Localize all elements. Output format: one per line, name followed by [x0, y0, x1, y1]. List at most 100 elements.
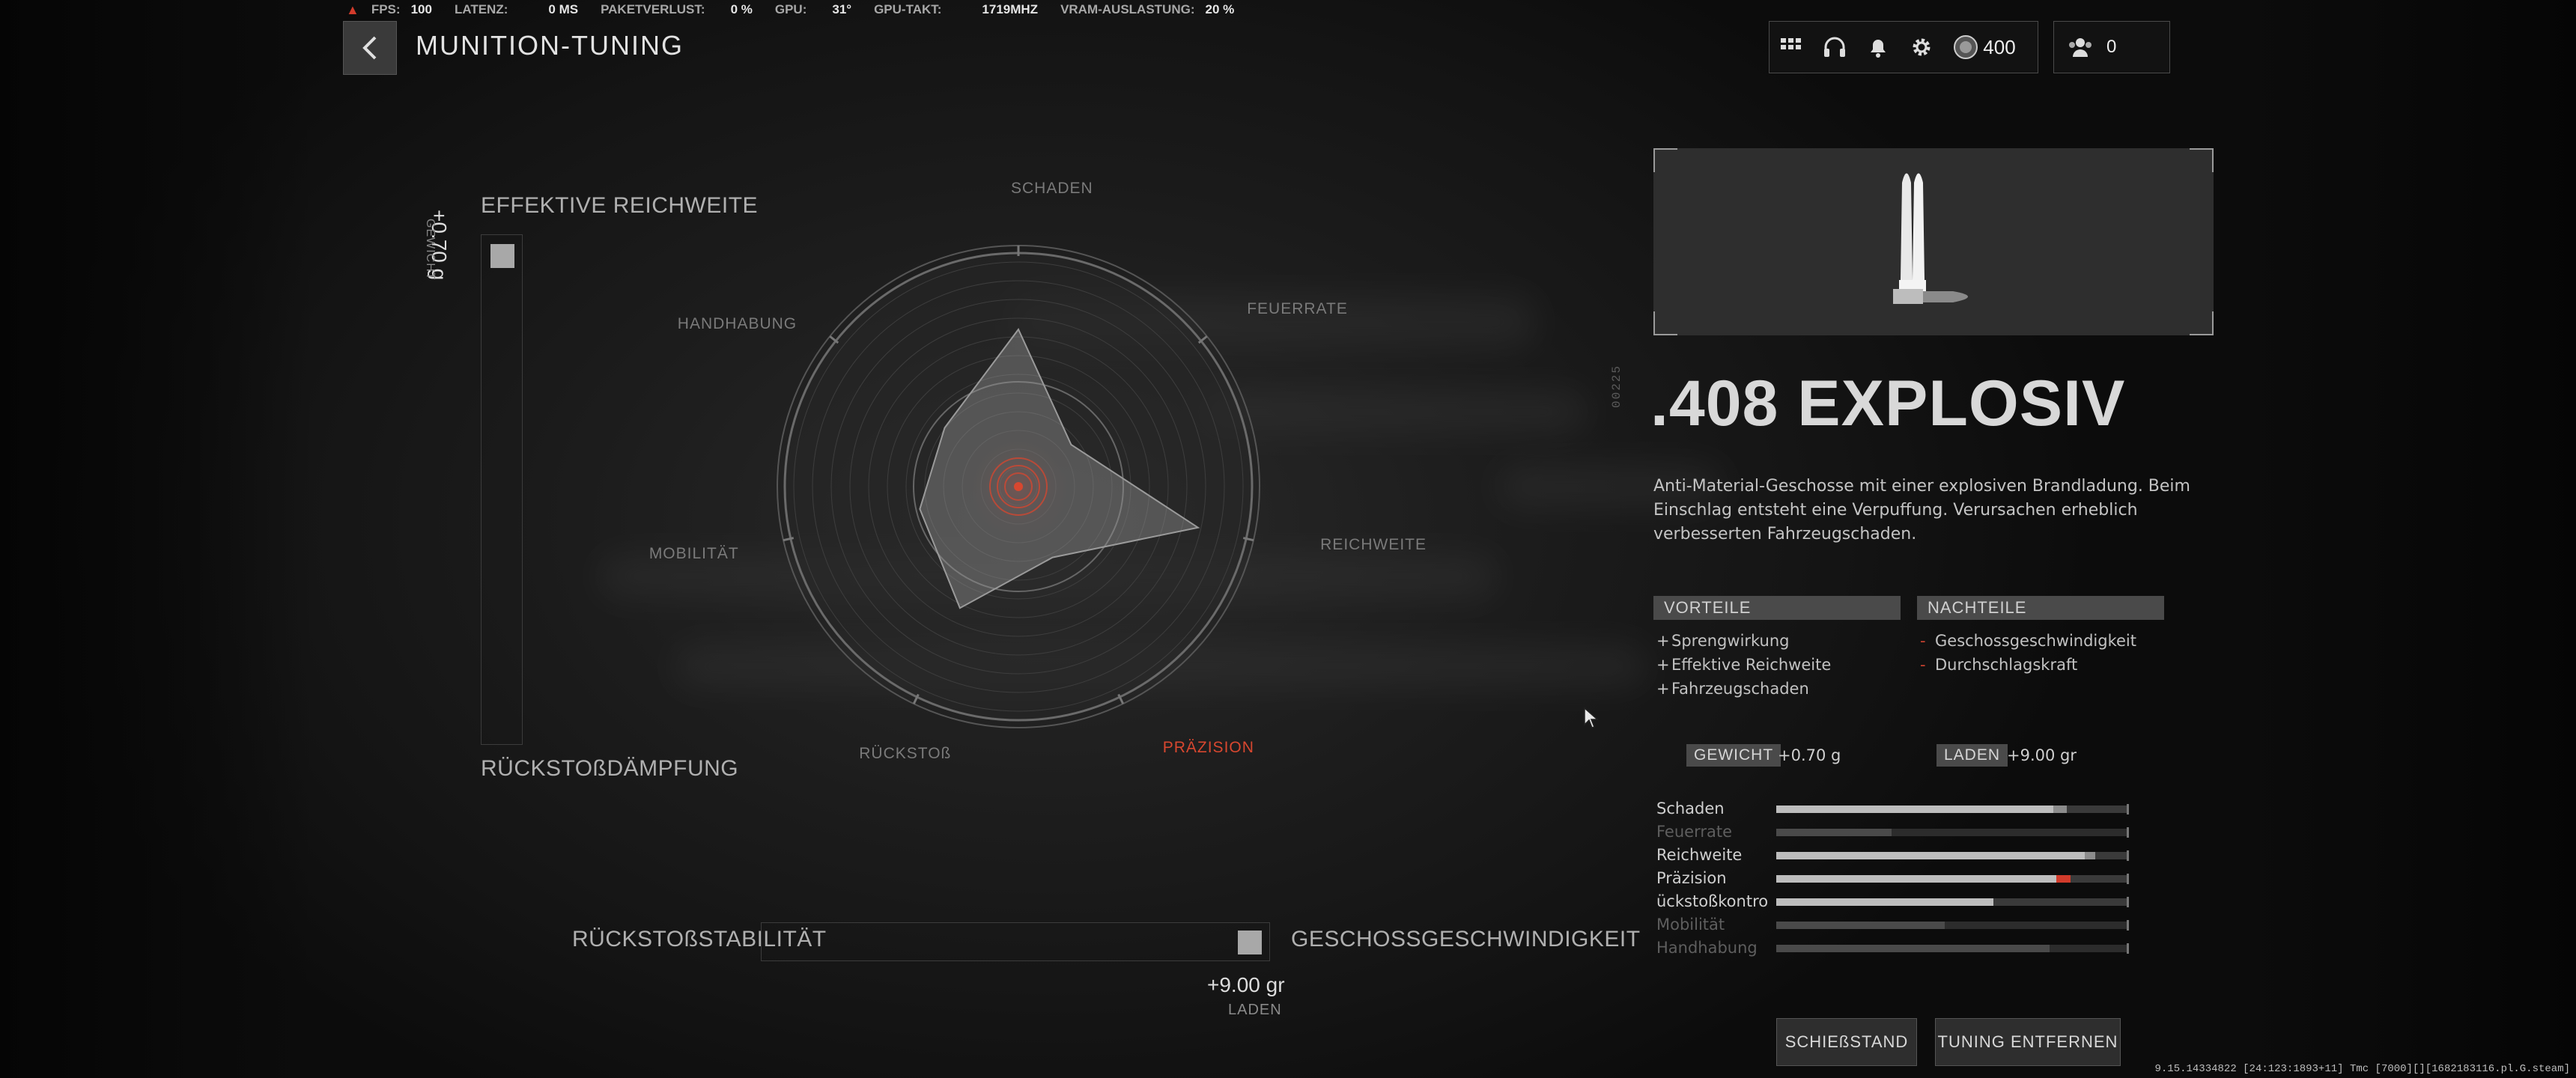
radar-axis-label: REICHWEITE	[1320, 536, 1427, 554]
stat-row: Reichweite	[1656, 844, 2136, 866]
stat-name: Reichweite	[1656, 846, 1743, 864]
stat-bar-modifier	[2084, 852, 2095, 859]
stat-radar-chart	[777, 245, 1260, 728]
top-icon-bar: 400	[1769, 21, 2038, 73]
vertical-slider-handle[interactable]	[490, 244, 514, 268]
packetloss-label: PAKETVERLUST:	[601, 2, 705, 16]
ammo-preview	[1653, 148, 2214, 335]
horizontal-tuning-slider[interactable]	[761, 922, 1270, 961]
stat-bar-fill	[1776, 945, 2050, 952]
stat-name: ückstoßkontrol	[1656, 892, 1769, 910]
bullet-icon	[1893, 173, 1968, 304]
pro-text: Effektive Reichweite	[1671, 656, 1832, 674]
radar-center-dot	[1014, 482, 1023, 491]
pro-item: + Fahrzeugschaden	[1656, 677, 1831, 701]
stat-bar-fill	[1776, 806, 2053, 813]
radar-axis-label: MOBILITÄT	[648, 545, 739, 563]
stat-row: Handhabung	[1656, 937, 2136, 959]
stat-bar-end	[2127, 804, 2129, 814]
stat-bar-end	[2127, 874, 2129, 884]
horizontal-right-label: GESCHOSSGESCHWINDIGKEIT	[1291, 927, 1641, 951]
stat-row: Präzision	[1656, 867, 2136, 889]
radar-axis-label: PRÄZISION	[1162, 739, 1254, 757]
horizontal-tuning-value: +9.00 gr	[1207, 973, 1285, 996]
cons-header: NACHTEILE	[1917, 596, 2164, 620]
latency-label: LATENZ:	[454, 2, 508, 16]
stat-name: Schaden	[1656, 800, 1725, 817]
weight-value: +0.70 g	[1778, 746, 1841, 764]
cod-points-display[interactable]: 400	[1943, 21, 2026, 73]
party-box[interactable]: 0	[2053, 21, 2170, 73]
back-button[interactable]	[343, 21, 397, 75]
stat-bar-end	[2127, 850, 2129, 861]
stat-bar	[1776, 829, 2127, 836]
radar-axis-label: FEUERRATE	[1247, 299, 1348, 317]
vram-label: VRAM-AUSLASTUNG:	[1060, 2, 1195, 16]
fps-label: FPS:	[371, 2, 401, 16]
build-version: 9.15.14334822 [24:123:1893+11] Tmc [7000…	[2154, 1063, 2571, 1075]
stat-bar-end	[2127, 943, 2129, 954]
ammo-name: .408 EXPLOSIV	[1650, 368, 2126, 439]
stat-bar-end	[2127, 920, 2129, 931]
stat-row: ückstoßkontrol	[1656, 890, 2136, 913]
screen: ▲ FPS: 100 LATENZ: 0 MS PAKETVERLUST: 0 …	[0, 0, 2576, 1078]
horizontal-tuning-value-label: LADEN	[1228, 1002, 1282, 1018]
con-item: - Durchschlagskraft	[1920, 653, 2136, 677]
stat-bar-end	[2127, 827, 2129, 838]
stat-bar-modifier	[2056, 875, 2071, 883]
shooting-range-button[interactable]: SCHIEßSTAND	[1776, 1018, 1917, 1066]
minus-icon: -	[1920, 656, 1926, 674]
stat-bar	[1776, 898, 2127, 906]
cons-list: - Geschossgeschwindigkeit - Durchschlagskr…	[1920, 629, 2136, 677]
pros-list: + Sprengwirkung + Effektive Reichweite + Fa…	[1656, 629, 1831, 701]
headset-icon	[1824, 37, 1845, 57]
stat-bar	[1776, 875, 2127, 883]
menu-grid-button[interactable]	[1770, 21, 1813, 73]
stat-bar	[1776, 806, 2127, 813]
stat-bar-fill	[1776, 875, 2057, 883]
settings-button[interactable]	[1900, 21, 1943, 73]
radar-axis-label: HANDHABUNG	[677, 314, 798, 332]
headset-button[interactable]	[1813, 21, 1856, 73]
party-icon	[2069, 38, 2092, 57]
con-item: - Geschossgeschwindigkeit	[1920, 629, 2136, 653]
bell-icon	[1871, 40, 1886, 58]
stat-bar-fill	[1776, 852, 2085, 859]
latency-value: 0 MS	[548, 2, 579, 16]
cod-points-amount: 400	[1983, 35, 2016, 58]
con-text: Geschossgeschwindigkeit	[1935, 632, 2136, 650]
load-value: +9.00 gr	[2007, 746, 2077, 764]
stat-bar-fill	[1776, 922, 1945, 929]
stat-row: Mobilität	[1656, 913, 2136, 936]
minus-icon: -	[1920, 632, 1926, 650]
notifications-button[interactable]	[1856, 21, 1900, 73]
packetloss-value: 0 %	[730, 2, 753, 16]
load-tag: LADEN	[1936, 744, 2008, 767]
pro-item: + Sprengwirkung	[1656, 629, 1831, 653]
pro-text: Fahrzeugschaden	[1671, 680, 1809, 698]
ammo-code: 00225	[1610, 364, 1623, 408]
party-icon-wrap	[2054, 21, 2106, 73]
plus-icon: +	[1656, 656, 1670, 674]
mouse-cursor-icon	[1584, 707, 1599, 728]
stat-bar	[1776, 852, 2127, 859]
remove-tuning-button[interactable]: TUNING ENTFERNEN	[1935, 1018, 2121, 1066]
plus-icon: +	[1656, 680, 1670, 698]
pros-header: VORTEILE	[1653, 596, 1901, 620]
gear-icon	[1913, 38, 1931, 56]
gpu-clock-value: 1719MHZ	[982, 2, 1039, 16]
radar-axis-label: RÜCKSTOß	[859, 745, 952, 763]
gpu-label: GPU:	[774, 2, 807, 16]
stat-row: Feuerrate	[1656, 820, 2136, 843]
flame-icon: ▲	[346, 1, 359, 17]
stat-row: Schaden	[1656, 797, 2136, 820]
vertical-tuning-slider[interactable]	[481, 234, 523, 745]
chevron-left-icon	[362, 36, 377, 60]
horizontal-slider-handle[interactable]	[1238, 931, 1262, 954]
grid-icon	[1781, 38, 1801, 49]
gpu-clock-label: GPU-TAKT:	[874, 2, 942, 16]
stat-bar-end	[2127, 897, 2129, 907]
weight-tag: GEWICHT	[1686, 744, 1781, 767]
stat-name: Feuerrate	[1656, 823, 1733, 841]
stat-bar-fill	[1776, 829, 1892, 836]
